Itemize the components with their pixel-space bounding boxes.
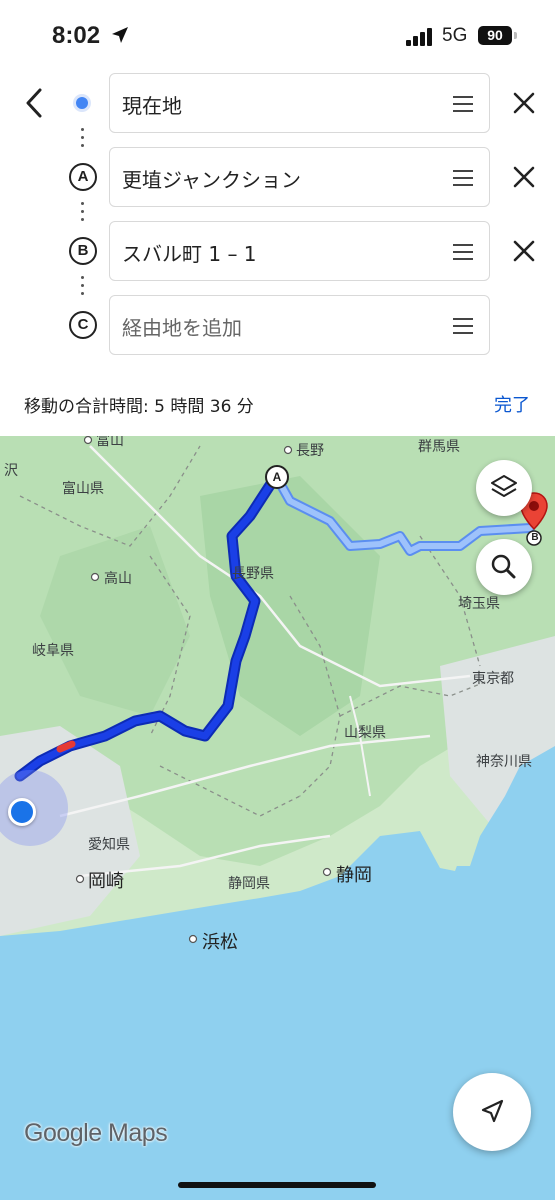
connector-dots	[81, 202, 84, 226]
recenter-button[interactable]	[453, 1073, 531, 1151]
map-label-shizuoka-city: 静岡	[336, 865, 372, 886]
stop-marker-a: A	[69, 163, 97, 191]
map-label-tokyo: 東京都	[472, 671, 514, 687]
stop-marker-b: B	[69, 237, 97, 265]
map-label-toyama-pref: 富山県	[62, 481, 104, 497]
signal-icon	[406, 28, 432, 46]
map-marker-a[interactable]: A	[265, 465, 289, 489]
remove-origin-icon[interactable]	[511, 90, 537, 116]
search-icon	[491, 554, 516, 579]
map-label-hamamatsu: 浜松	[202, 932, 238, 953]
remove-stop-b-icon[interactable]	[511, 238, 537, 264]
layers-icon	[491, 475, 517, 497]
stop-a-field[interactable]: 更埴ジャンクション	[109, 147, 490, 207]
drag-handle-icon[interactable]	[453, 318, 473, 339]
connector-dots	[81, 276, 84, 300]
google-maps-logo: Google Maps	[24, 1119, 168, 1147]
total-travel-time: 移動の合計時間: 5 時間 36 分	[24, 397, 254, 417]
stop-b-text: スバル町 1 – 1	[122, 242, 257, 266]
map-label-nagano-city: 長野	[296, 443, 324, 459]
add-waypoint-field[interactable]: 経由地を追加	[109, 295, 490, 355]
home-indicator	[178, 1182, 376, 1188]
map-label-kanagawa-pref: 神奈川県	[476, 754, 532, 770]
map-label-nagano-pref: 長野県	[232, 566, 274, 582]
map-label-gifu-pref: 岐阜県	[32, 643, 74, 659]
status-time: 8:02	[52, 22, 101, 49]
drag-handle-icon[interactable]	[453, 96, 473, 117]
map-label-gunma-pref: 群馬県	[418, 439, 460, 455]
done-button[interactable]: 完了	[494, 391, 530, 417]
map-label-okazaki: 岡崎	[88, 871, 124, 892]
search-along-route-button[interactable]	[476, 539, 532, 595]
map-label-saitama-pref: 埼玉県	[458, 596, 500, 612]
layers-button[interactable]	[476, 460, 532, 516]
connector-dots	[81, 128, 84, 152]
map-label-aichi-pref: 愛知県	[88, 837, 130, 853]
location-arrow-icon	[112, 27, 128, 43]
map-label-takayama: 高山	[104, 571, 132, 587]
add-waypoint-placeholder: 経由地を追加	[122, 316, 242, 340]
map-label-yamanashi-pref: 山梨県	[344, 725, 386, 741]
drag-handle-icon[interactable]	[453, 170, 473, 191]
stop-b-field[interactable]: スバル町 1 – 1	[109, 221, 490, 281]
current-location-marker-icon	[76, 97, 88, 109]
map-label-edge: 沢	[4, 463, 18, 479]
back-arrow-icon[interactable]	[20, 86, 48, 120]
battery-cap	[514, 32, 517, 39]
remove-stop-a-icon[interactable]	[511, 164, 537, 190]
map-label-shizuoka-pref: 静岡県	[228, 876, 270, 892]
map-label-toyama-city: 富山	[96, 436, 124, 449]
status-bar: 8:02 5G 90	[0, 0, 555, 70]
network-type: 5G	[442, 25, 468, 46]
stop-a-text: 更埴ジャンクション	[122, 168, 301, 192]
drag-handle-icon[interactable]	[453, 244, 473, 265]
battery-icon: 90	[478, 26, 512, 45]
navigation-arrow-icon	[481, 1099, 504, 1123]
origin-text: 現在地	[122, 94, 182, 118]
current-location-dot	[8, 798, 36, 826]
stop-marker-c: C	[69, 311, 97, 339]
origin-field[interactable]: 現在地	[109, 73, 490, 133]
